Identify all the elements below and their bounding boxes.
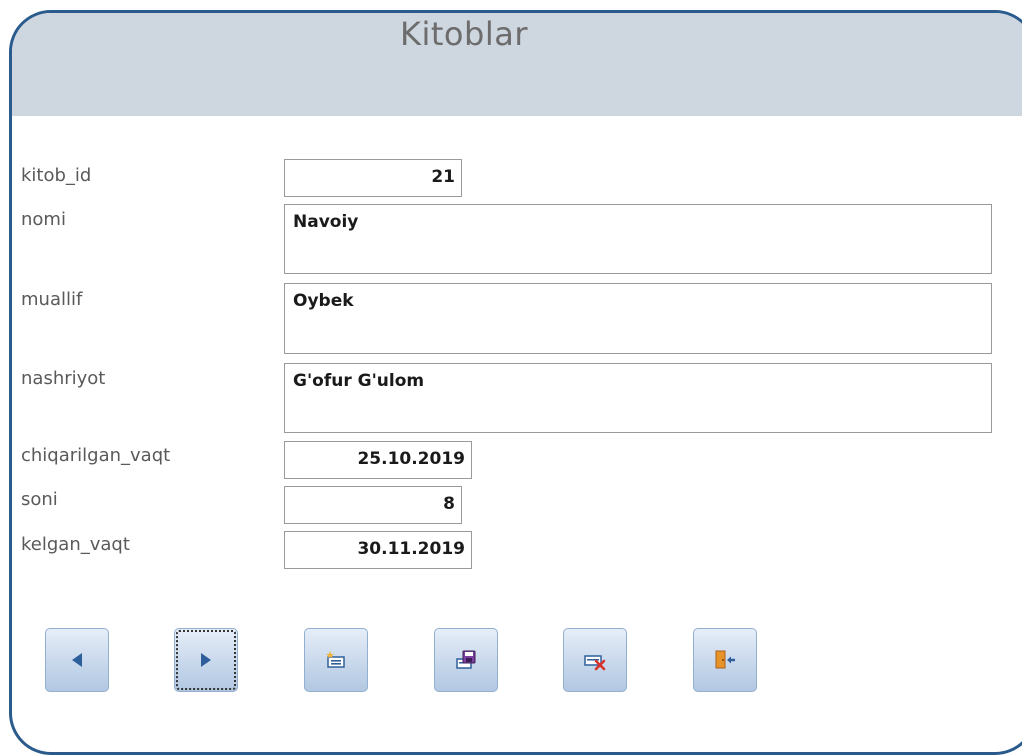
kitob-id-field[interactable]: 21	[284, 159, 462, 197]
delete-record-icon	[584, 655, 606, 671]
close-form-button[interactable]	[693, 628, 757, 692]
nomi-label: nomi	[21, 209, 66, 230]
kitob-id-label: kitob_id	[21, 165, 92, 186]
nashriyot-field[interactable]: G'ofur G'ulom	[284, 363, 992, 433]
save-record-button[interactable]	[434, 628, 498, 692]
chiqarilgan-vaqt-label: chiqarilgan_vaqt	[21, 445, 171, 466]
muallif-field[interactable]: Oybek	[284, 283, 992, 354]
form-title: Kitoblar	[400, 15, 528, 53]
form-window: Kitoblar kitob_id 21 nomi Navoiy muallif…	[9, 10, 1022, 755]
soni-field[interactable]: 8	[284, 486, 462, 524]
chiqarilgan-vaqt-field[interactable]: 25.10.2019	[284, 441, 472, 479]
form-header: Kitoblar	[12, 13, 1022, 116]
new-record-button[interactable]	[304, 628, 368, 692]
kelgan-vaqt-label: kelgan_vaqt	[21, 534, 130, 555]
triangle-right-icon	[201, 653, 211, 667]
save-disk-icon	[456, 650, 476, 669]
exit-door-icon	[715, 650, 735, 669]
kelgan-vaqt-field[interactable]: 30.11.2019	[284, 531, 472, 569]
delete-record-button[interactable]	[563, 628, 627, 692]
previous-record-button[interactable]	[45, 628, 109, 692]
new-record-icon	[326, 651, 345, 668]
soni-label: soni	[21, 489, 58, 510]
next-record-button[interactable]	[174, 628, 238, 692]
muallif-label: muallif	[21, 289, 83, 310]
nomi-field[interactable]: Navoiy	[284, 204, 992, 274]
nashriyot-label: nashriyot	[21, 368, 106, 389]
triangle-left-icon	[72, 653, 82, 667]
